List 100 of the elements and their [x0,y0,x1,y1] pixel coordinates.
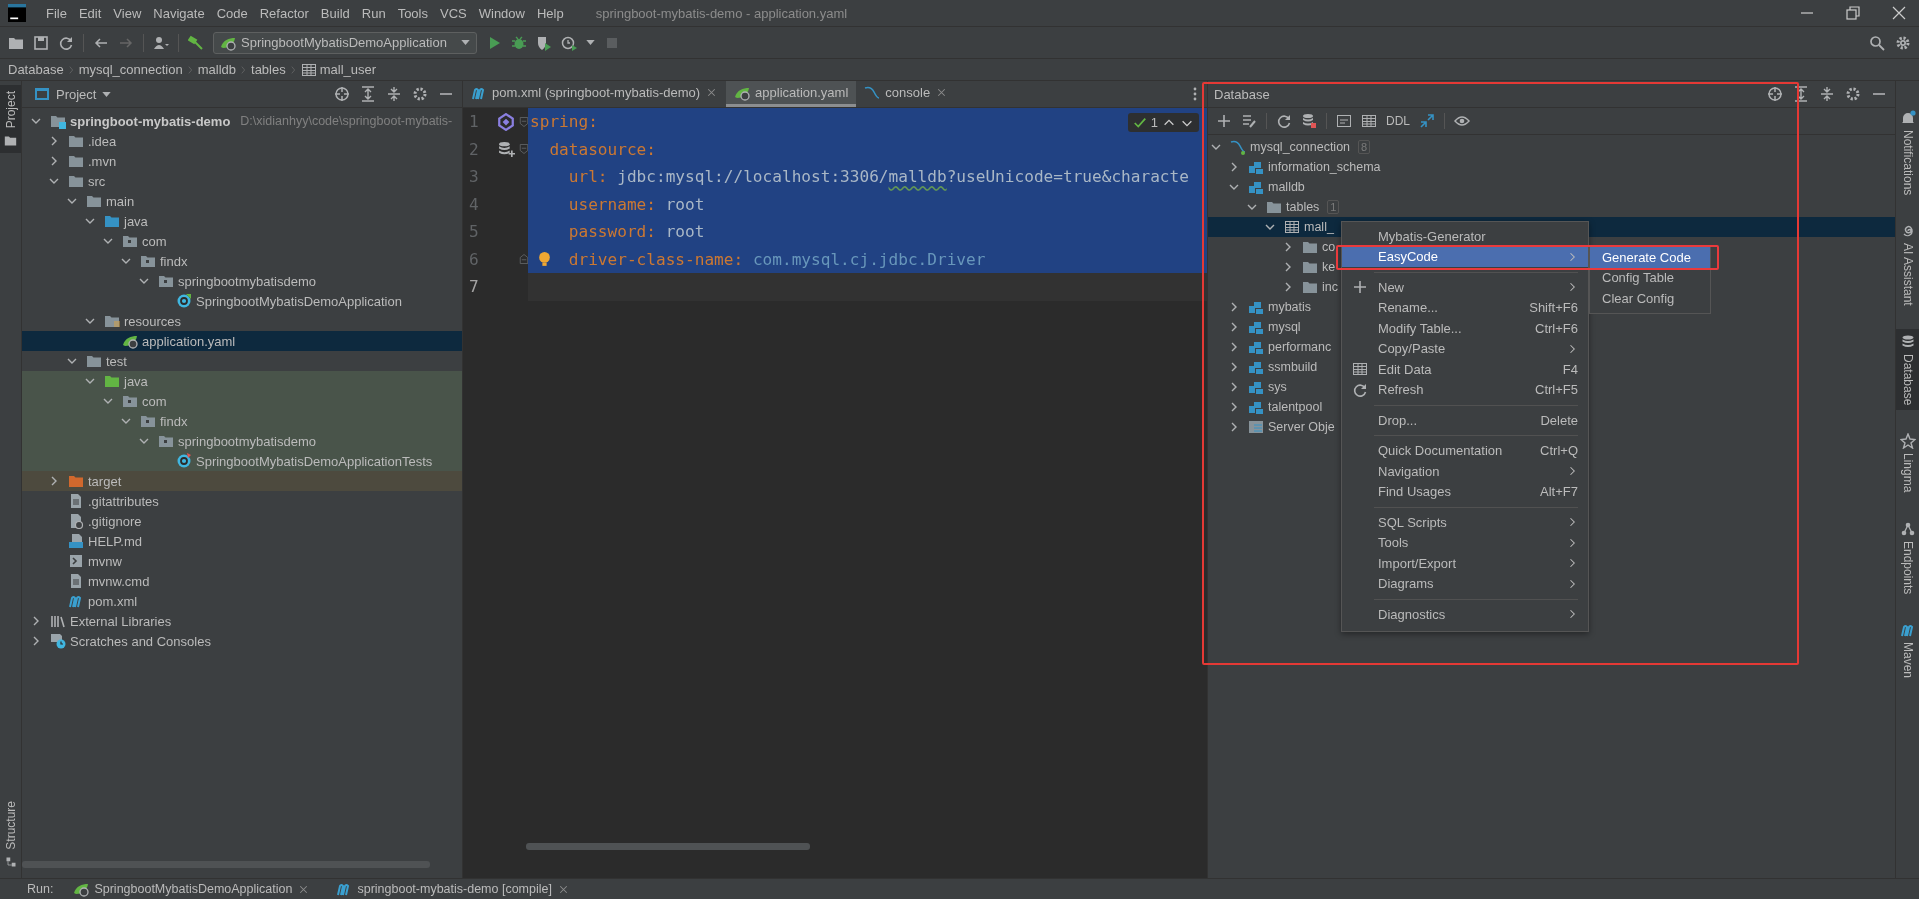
run-tab[interactable]: SpringbootMybatisDemoApplication [67,881,317,897]
locate-icon[interactable] [334,86,350,102]
expand-all-icon[interactable] [1793,86,1809,102]
menu-item[interactable]: Clear Config [1590,288,1710,309]
breadcrumb-item[interactable]: Database [8,62,64,77]
breadcrumb-item[interactable]: mysql_connection [78,62,183,77]
tree-item[interactable]: springboot-mybatis-demo D:\xidianhyy\code\springboot-mybatis- [28,111,453,131]
tree-item[interactable]: java [82,371,148,391]
inspection-widget[interactable]: 1 [1127,113,1199,132]
collapse-all-icon[interactable] [1819,86,1835,102]
menu-item[interactable]: Quick Documentation Ctrl+Q [1342,440,1588,461]
menu-item[interactable]: Generate Code [1590,247,1710,268]
tool-window-tab[interactable]: Lingma [1896,428,1919,498]
menu-item[interactable]: View [107,5,148,21]
tool-window-tab[interactable]: Structure [0,795,21,874]
breadcrumb-item[interactable]: tables [251,62,286,77]
tree-item[interactable]: com [100,231,167,251]
fold-marker-icon[interactable] [517,115,530,128]
tool-window-tab[interactable]: Maven [1896,617,1919,684]
settings-icon[interactable] [1845,86,1861,102]
menu-item[interactable]: SQL Scripts [1342,512,1588,533]
tree-item[interactable]: External Libraries [28,611,172,631]
menu-item[interactable]: Build [314,5,356,21]
tree-item[interactable]: mvnw [46,551,122,571]
tree-item[interactable]: inc [1280,277,1338,297]
tool-window-tab[interactable]: Database [1896,329,1919,411]
menu-item[interactable]: VCS [434,5,473,21]
menu-item[interactable]: Copy/Paste [1342,338,1588,359]
tree-item[interactable]: Scratches and Consoles [28,631,211,651]
menu-item[interactable]: Rename... Shift+F6 [1342,297,1588,318]
menu-item[interactable]: Navigate [147,5,211,21]
tree-item[interactable]: resources [82,311,182,331]
lingma-icon[interactable] [497,112,515,131]
scrollbar-thumb[interactable] [526,843,810,850]
expand-all-icon[interactable] [360,86,376,102]
menu-item[interactable]: Navigation [1342,461,1588,482]
tree-item[interactable]: .idea [46,131,117,151]
tree-item[interactable]: tables 1 [1244,197,1340,217]
tree-item[interactable]: mysql_connection 8 [1208,137,1371,157]
lightbulb-icon[interactable] [536,250,553,268]
menu-item[interactable]: Edit Data F4 [1342,359,1588,380]
breadcrumb-item[interactable]: mall_user [300,61,377,78]
collapse-all-icon[interactable] [386,86,402,102]
editor-tab[interactable]: console [856,81,957,107]
tree-item[interactable]: .mvn [46,151,117,171]
menu-item[interactable]: Edit [72,5,108,21]
restore-icon[interactable] [1845,5,1861,21]
tree-item[interactable]: malldb [1226,177,1305,197]
tool-window-tab[interactable]: Notifications [1896,105,1919,201]
settings-icon[interactable] [412,86,428,102]
tree-item[interactable]: src [46,171,106,191]
panel-title-dropdown[interactable]: Project [34,86,112,102]
search-icon[interactable] [1869,34,1885,51]
tool-window-tab[interactable]: AI Assistant [1896,218,1919,312]
menu-item[interactable]: EasyCode [1342,246,1588,267]
close-icon[interactable] [1891,5,1907,21]
tool-window-tab[interactable]: Project [0,85,21,154]
run-tab[interactable]: springboot-mybatis-demo [compile] [330,881,576,897]
app-logo-icon[interactable] [8,4,26,22]
properties-icon[interactable] [1241,113,1257,129]
tree-item[interactable]: target [46,471,122,491]
tree-item[interactable]: java [82,211,148,231]
tree-item[interactable]: ke [1280,257,1336,277]
ddl-button[interactable]: DDL [1386,114,1410,128]
fold-marker-icon[interactable] [517,143,530,156]
tree-item[interactable]: co [1280,237,1336,257]
menu-item[interactable]: Refresh Ctrl+F5 [1342,379,1588,400]
hammer-icon[interactable] [188,34,204,51]
tree-item[interactable]: Server Obje [1226,417,1335,437]
tree-item[interactable]: mybatis [1226,297,1312,317]
tree-item[interactable]: .gitattributes [46,491,159,511]
debug-icon[interactable] [511,34,527,51]
tree-item[interactable]: main [64,191,135,211]
tree-item[interactable]: com [100,391,167,411]
menu-item[interactable]: Help [530,5,570,21]
run-configuration-dropdown[interactable]: SpringbootMybatisDemoApplication [213,31,477,54]
tree-item[interactable]: talentpool [1226,397,1323,417]
tree-item[interactable]: information_schema [1226,157,1381,177]
menu-item[interactable]: Modify Table... Ctrl+F6 [1342,318,1588,339]
menu-item[interactable]: Run [355,5,392,21]
refresh-icon[interactable] [1276,113,1292,129]
menu-item[interactable]: Code [210,5,254,21]
tree-item[interactable]: .gitignore [46,511,142,531]
tree-item[interactable]: performanc [1226,337,1332,357]
tree-item[interactable]: sys [1226,377,1287,397]
settings-icon[interactable] [1895,34,1911,51]
tree-item[interactable]: mysql [1226,317,1301,337]
editor-tab[interactable]: application.yaml [726,81,857,107]
fold-marker-icon[interactable] [517,253,530,266]
tree-item[interactable]: test [64,351,127,371]
menu-item[interactable]: Diagnostics [1342,604,1588,625]
menu-item[interactable]: Find Usages Alt+F7 [1342,481,1588,502]
tool-window-tab[interactable]: Endpoints [1896,515,1919,600]
menu-item[interactable]: Window [472,5,531,21]
menu-item[interactable]: Config Table [1590,267,1710,288]
tree-item[interactable]: mall_ [1262,217,1334,237]
eye-icon[interactable] [1454,113,1470,129]
tree-item[interactable]: springbootmybatisdemo [136,271,317,291]
query-console-icon[interactable] [1336,113,1352,129]
menu-item[interactable]: Tools [1342,532,1588,553]
